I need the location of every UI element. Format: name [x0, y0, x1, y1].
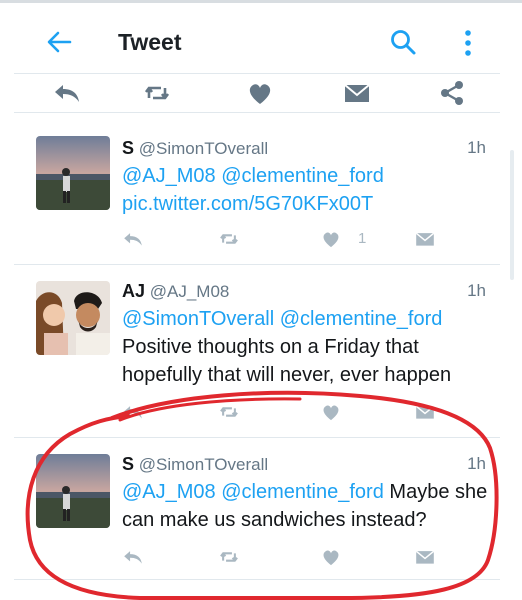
- reply-icon[interactable]: [122, 401, 144, 423]
- more-vertical-icon[interactable]: [460, 27, 476, 59]
- retweet-icon[interactable]: [218, 228, 240, 250]
- reply-icon[interactable]: [52, 78, 82, 108]
- tweet-text: @SimonTOverall @clementine_ford Positive…: [122, 305, 494, 389]
- arrow-left-icon[interactable]: [44, 27, 74, 57]
- reply-icon[interactable]: [122, 546, 144, 568]
- message-icon[interactable]: [414, 228, 436, 250]
- avatar[interactable]: [36, 281, 110, 355]
- tweet-header: S @SimonTOverall: [122, 454, 268, 475]
- tweet-mentions[interactable]: @AJ_M08 @clementine_ford: [122, 481, 384, 503]
- retweet-icon[interactable]: [142, 78, 172, 108]
- app-bar: Tweet: [0, 3, 522, 73]
- message-icon[interactable]: [342, 78, 372, 108]
- avatar[interactable]: [36, 454, 110, 528]
- tweet-mentions[interactable]: @SimonTOverall @clementine_ford: [122, 305, 494, 333]
- main-tweet-action-bar: [14, 73, 500, 113]
- author-handle[interactable]: @SimonTOverall: [139, 455, 268, 474]
- tweet-actions: [122, 546, 442, 570]
- like-count: 1: [358, 230, 367, 247]
- heart-icon[interactable]: [245, 78, 275, 108]
- tweet-header: AJ @AJ_M08: [122, 281, 229, 302]
- search-icon[interactable]: [388, 27, 418, 57]
- retweet-icon[interactable]: [218, 401, 240, 423]
- tweet-media-link[interactable]: pic.twitter.com/5G70KFx00T: [122, 190, 494, 218]
- message-icon[interactable]: [414, 546, 436, 568]
- tweet-time: 1h: [467, 138, 486, 157]
- author-name[interactable]: S: [122, 454, 134, 474]
- tweet-time: 1h: [467, 281, 486, 300]
- tweet-item[interactable]: S @SimonTOverall 1h @AJ_M08 @clementine_…: [14, 122, 500, 265]
- heart-icon[interactable]: [320, 546, 342, 568]
- tweet-item[interactable]: AJ @AJ_M08 1h @SimonTOverall @clementine…: [14, 265, 500, 438]
- reply-icon[interactable]: [122, 228, 144, 250]
- avatar[interactable]: [36, 136, 110, 210]
- author-handle[interactable]: @AJ_M08: [150, 282, 230, 301]
- tweet-time: 1h: [467, 454, 486, 473]
- page-title: Tweet: [118, 29, 182, 55]
- author-name[interactable]: S: [122, 138, 134, 158]
- tweet-actions: 1: [122, 228, 442, 252]
- author-name[interactable]: AJ: [122, 281, 145, 301]
- heart-icon[interactable]: [320, 401, 342, 423]
- tweet-mentions[interactable]: @AJ_M08 @clementine_ford: [122, 162, 494, 190]
- scrollbar[interactable]: [510, 150, 514, 280]
- tweet-actions: [122, 401, 442, 425]
- tweet-text: @AJ_M08 @clementine_ford Maybe she can m…: [122, 478, 494, 534]
- tweet-content: Positive thoughts on a Friday that hopef…: [122, 336, 452, 386]
- retweet-icon[interactable]: [218, 546, 240, 568]
- heart-icon[interactable]: [320, 228, 342, 250]
- author-handle[interactable]: @SimonTOverall: [139, 139, 268, 158]
- share-icon[interactable]: [437, 78, 467, 108]
- tweet-item[interactable]: S @SimonTOverall 1h @AJ_M08 @clementine_…: [14, 438, 500, 580]
- message-icon[interactable]: [414, 401, 436, 423]
- tweet-text: @AJ_M08 @clementine_ford pic.twitter.com…: [122, 162, 494, 218]
- tweet-header: S @SimonTOverall: [122, 138, 268, 159]
